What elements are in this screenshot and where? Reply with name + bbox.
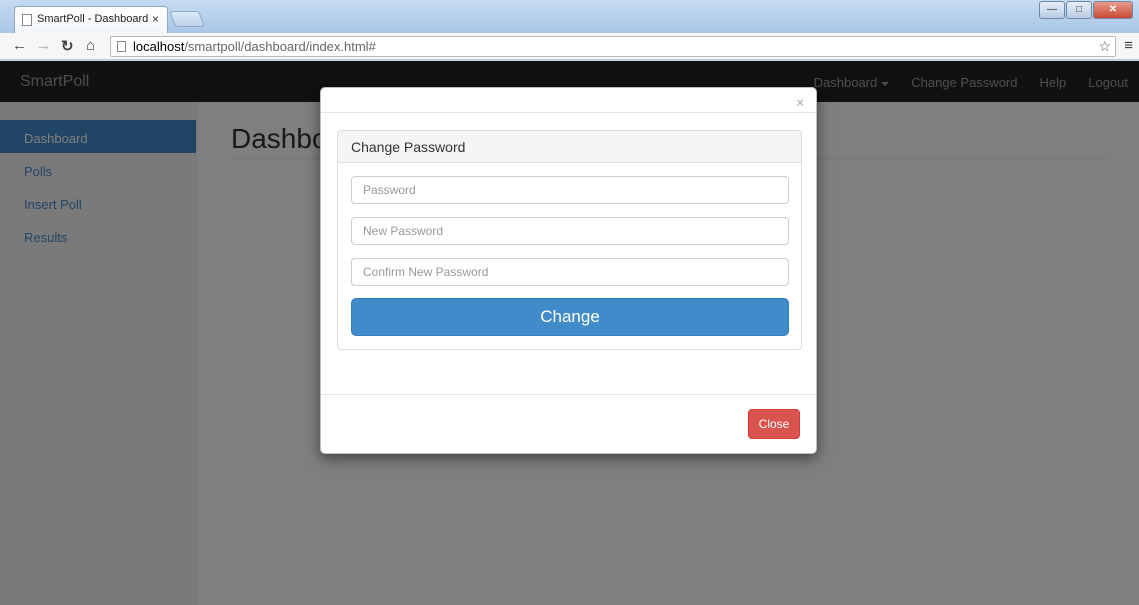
panel-title: Change Password (338, 131, 801, 163)
change-password-panel: Change Password Change (337, 130, 802, 350)
password-field[interactable] (351, 176, 789, 204)
browser-titlebar: SmartPoll - Dashboard × — □ ✕ (0, 0, 1139, 33)
new-tab-button[interactable] (169, 11, 205, 27)
app-viewport: SmartPoll Dashboard Change Password Help… (0, 61, 1139, 605)
address-bar[interactable]: localhost/smartpoll/dashboard/index.html… (110, 36, 1116, 57)
reload-icon[interactable]: ↻ (61, 37, 74, 55)
close-button[interactable]: Close (748, 409, 800, 439)
change-button[interactable]: Change (351, 298, 789, 336)
tab-close-icon[interactable]: × (152, 12, 159, 26)
browser-toolbar: ← → ↻ ⌂ localhost/smartpoll/dashboard/in… (0, 33, 1139, 60)
confirm-password-field[interactable] (351, 258, 789, 286)
page-icon (22, 14, 32, 26)
back-icon[interactable]: ← (12, 37, 27, 54)
change-password-modal: × Change Password Change Close (320, 87, 817, 454)
modal-close-icon[interactable]: × (796, 95, 804, 110)
home-icon[interactable]: ⌂ (86, 37, 95, 54)
page-icon (117, 41, 126, 52)
window-controls: — □ ✕ (1039, 1, 1133, 19)
bookmark-star-icon[interactable]: ☆ (1098, 38, 1111, 55)
minimize-icon[interactable]: — (1039, 1, 1065, 19)
window-close-icon[interactable]: ✕ (1093, 1, 1133, 19)
modal-header: × (321, 88, 816, 113)
browser-menu-icon[interactable]: ≡ (1124, 37, 1133, 54)
forward-icon[interactable]: → (36, 37, 51, 54)
maximize-icon[interactable]: □ (1066, 1, 1092, 19)
browser-tab[interactable]: SmartPoll - Dashboard × (14, 6, 168, 33)
modal-footer-divider (321, 394, 816, 395)
url-path: /smartpoll/dashboard/index.html# (184, 39, 376, 54)
tab-title: SmartPoll - Dashboard (37, 13, 149, 25)
new-password-field[interactable] (351, 217, 789, 245)
url-host: localhost (133, 39, 185, 54)
